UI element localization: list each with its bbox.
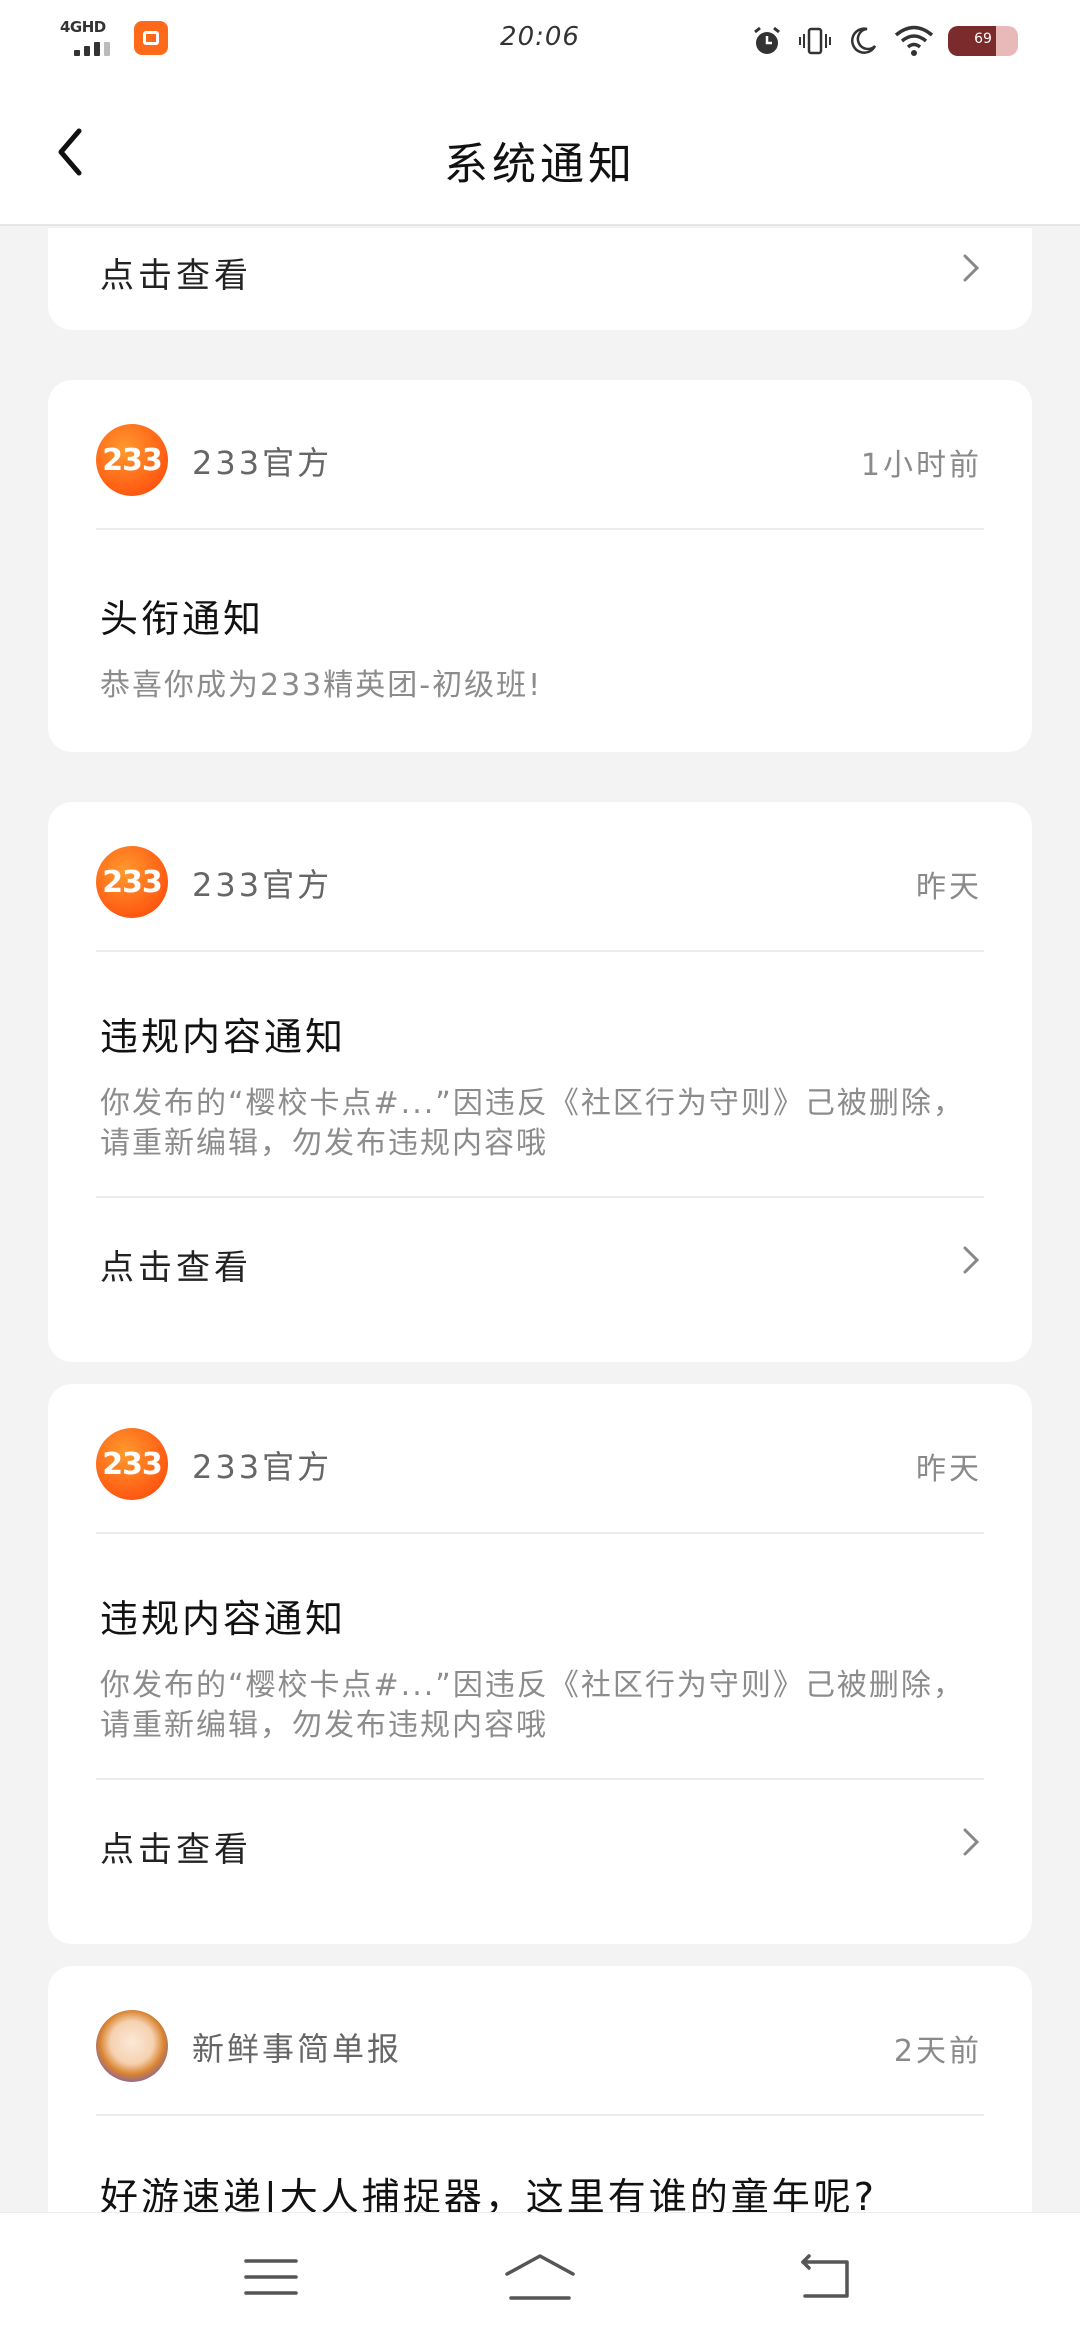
navigation-bar: 系统通知 xyxy=(0,80,1080,226)
avatar: 233 xyxy=(96,1428,168,1500)
notification-body: 你发布的“樱校卡点#...”因违反《社区行为守则》己被删除，请重新编辑，勿发布违… xyxy=(100,1668,965,1743)
notification-title: 好游速递|大人捕捉器，这里有谁的童年呢? xyxy=(100,2175,877,2212)
view-details-label: 点击查看 xyxy=(100,1830,252,1870)
notification-title: 违规内容通知 xyxy=(100,1015,347,1059)
timestamp: 昨天 xyxy=(916,870,982,905)
chevron-right-icon xyxy=(963,1828,980,1856)
divider xyxy=(96,1532,984,1534)
notification-list[interactable]: 点击查看 233 233官方 1小时前 头衔通知 恭喜你成为233精英团-初级班… xyxy=(0,228,1080,2212)
sender-name: 233官方 xyxy=(192,866,333,904)
notification-card[interactable]: 新鲜事简单报 2天前 好游速递|大人捕捉器，这里有谁的童年呢? xyxy=(48,1966,1032,2212)
chevron-right-icon xyxy=(963,1246,980,1274)
notification-title: 违规内容通知 xyxy=(100,1597,347,1641)
view-details-label: 点击查看 xyxy=(100,1248,252,1288)
status-right: 69 xyxy=(750,24,1018,58)
alarm-icon xyxy=(754,26,780,54)
notification-body: 恭喜你成为233精英团-初级班! xyxy=(100,668,543,703)
notification-card[interactable]: 233 233官方 昨天 违规内容通知 你发布的“樱校卡点#...”因违反《社区… xyxy=(48,1384,1032,1944)
back-nav-button[interactable] xyxy=(780,2239,870,2315)
avatar: 233 xyxy=(96,846,168,918)
home-button[interactable] xyxy=(495,2239,585,2315)
chevron-right-icon xyxy=(963,254,980,282)
view-details-row[interactable]: 点击查看 xyxy=(48,228,1032,330)
sender-name: 233官方 xyxy=(192,444,333,482)
status-bar: 4GHD 20:06 69 xyxy=(0,0,1080,80)
menu-button[interactable] xyxy=(226,2239,316,2315)
sender-name: 233官方 xyxy=(192,1448,333,1486)
avatar-logo: 233 xyxy=(102,1446,163,1482)
view-details-row[interactable]: 点击查看 xyxy=(48,1780,1032,1904)
view-details-label: 点击查看 xyxy=(100,256,252,296)
card-header: 233 233官方 昨天 xyxy=(48,802,1032,952)
menu-icon xyxy=(244,2259,298,2295)
page-title: 系统通知 xyxy=(444,139,636,190)
notification-card-partial: 点击查看 xyxy=(48,228,1032,330)
wifi-icon xyxy=(894,25,934,56)
view-details-row[interactable]: 点击查看 xyxy=(48,1198,1032,1322)
notification-card[interactable]: 233 233官方 1小时前 头衔通知 恭喜你成为233精英团-初级班! xyxy=(48,380,1032,752)
notification-title: 头衔通知 xyxy=(100,597,265,641)
card-header: 233 233官方 昨天 xyxy=(48,1384,1032,1534)
avatar xyxy=(96,2010,168,2082)
card-header: 233 233官方 1小时前 xyxy=(48,380,1032,530)
battery-icon: 69 xyxy=(948,26,1018,56)
avatar-logo: 233 xyxy=(102,864,163,900)
divider xyxy=(96,950,984,952)
timestamp: 2天前 xyxy=(893,2034,982,2069)
avatar: 233 xyxy=(96,424,168,496)
divider xyxy=(96,528,984,530)
card-header: 新鲜事简单报 2天前 xyxy=(48,1966,1032,2116)
notification-body: 你发布的“樱校卡点#...”因违反《社区行为守则》己被删除，请重新编辑，勿发布违… xyxy=(100,1086,965,1161)
notification-card[interactable]: 233 233官方 昨天 违规内容通知 你发布的“樱校卡点#...”因违反《社区… xyxy=(48,802,1032,1362)
battery-level: 69 xyxy=(974,31,992,47)
system-navigation-bar xyxy=(0,2212,1080,2340)
moon-icon xyxy=(851,27,877,54)
avatar-logo: 233 xyxy=(102,442,163,478)
timestamp: 昨天 xyxy=(916,1452,982,1487)
timestamp: 1小时前 xyxy=(860,448,982,483)
home-icon xyxy=(505,2254,575,2300)
divider xyxy=(96,2114,984,2116)
back-icon xyxy=(801,2254,849,2298)
sender-name: 新鲜事简单报 xyxy=(192,2030,403,2068)
vibrate-icon xyxy=(799,27,831,55)
